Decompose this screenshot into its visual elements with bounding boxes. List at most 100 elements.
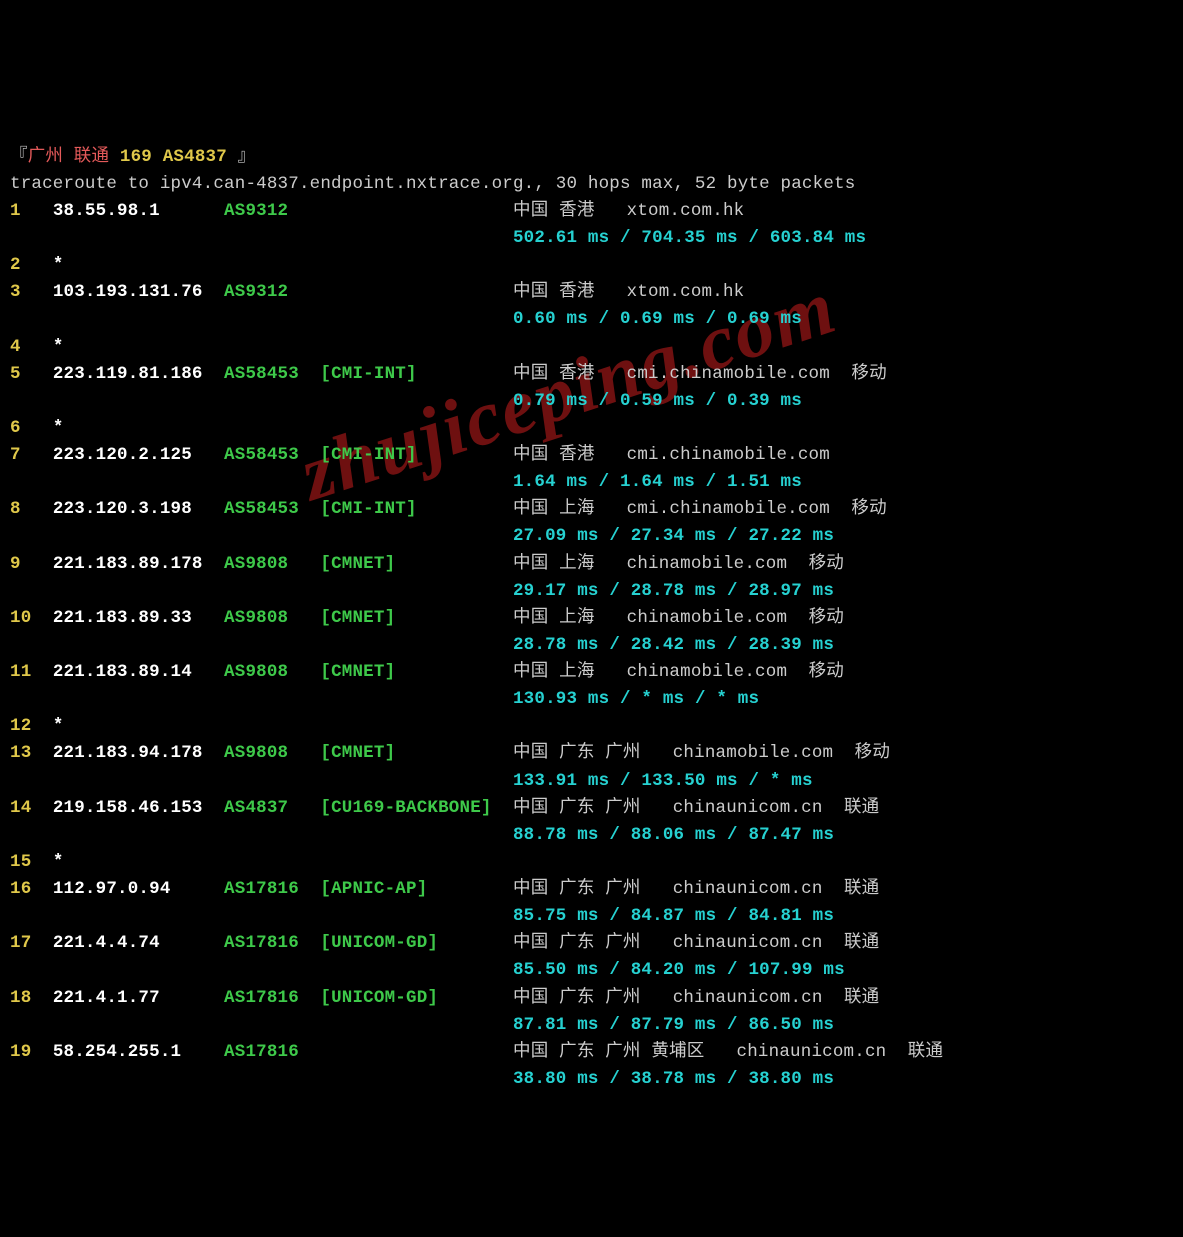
rtt-value: 88.06 ms xyxy=(631,825,717,845)
hop-ip: 103.193.131.76 xyxy=(53,282,224,302)
hop-rtt-row: 38.80 ms / 38.78 ms / 38.80 ms xyxy=(10,1066,1173,1093)
hop-row: 13 221.183.94.178 AS9808 [CMNET] 中国 广东 广… xyxy=(10,740,1173,767)
hop-domain: cmi.chinamobile.com xyxy=(627,499,852,519)
hop-asn: AS4837 xyxy=(224,798,320,818)
rtt-value: 0.60 ms xyxy=(513,309,588,329)
hop-number: 5 xyxy=(10,364,53,384)
hop-row: 8 223.120.3.198 AS58453 [CMI-INT] 中国 上海 … xyxy=(10,496,1173,523)
rtt-indent xyxy=(10,581,513,601)
hop-location: 中国 广东 广州 黄埔区 xyxy=(513,1042,737,1062)
hop-tag: [UNICOM-GD] xyxy=(320,933,513,953)
rtt-space xyxy=(738,825,749,845)
rtt-indent xyxy=(10,689,513,709)
rtt-value: 28.97 ms xyxy=(748,581,834,601)
hop-rtt-row: 85.50 ms / 84.20 ms / 107.99 ms xyxy=(10,957,1173,984)
rtt-value: 0.69 ms xyxy=(620,309,695,329)
hop-ip: 221.183.89.178 xyxy=(53,554,224,574)
hop-domain: chinaunicom.cn xyxy=(673,798,844,818)
hop-isp: 联通 xyxy=(844,933,879,953)
rtt-sep: / xyxy=(620,771,631,791)
rtt-value: 0.39 ms xyxy=(727,391,802,411)
rtt-value: 133.50 ms xyxy=(641,771,737,791)
rtt-space xyxy=(620,526,631,546)
header-asn: 169 AS4837 xyxy=(120,147,238,167)
rtt-space xyxy=(716,309,727,329)
hop-ip: 38.55.98.1 xyxy=(53,201,224,221)
rtt-sep: / xyxy=(599,391,610,411)
hop-number: 3 xyxy=(10,282,53,302)
hop-number: 18 xyxy=(10,988,53,1008)
rtt-space xyxy=(738,228,749,248)
hop-number: 12 xyxy=(10,716,53,736)
hop-asn: AS17816 xyxy=(224,933,320,953)
rtt-value: * ms xyxy=(770,771,813,791)
hop-tag: [CU169-BACKBONE] xyxy=(320,798,513,818)
rtt-space xyxy=(599,526,610,546)
hop-number: 4 xyxy=(10,337,53,357)
rtt-value: 27.22 ms xyxy=(748,526,834,546)
rtt-value: 28.42 ms xyxy=(631,635,717,655)
rtt-space xyxy=(716,581,727,601)
hop-rtt-row: 28.78 ms / 28.42 ms / 28.39 ms xyxy=(10,632,1173,659)
hop-number: 9 xyxy=(10,554,53,574)
hop-row: 1 38.55.98.1 AS9312 中国 香港 xtom.com.hk xyxy=(10,198,1173,225)
rtt-space xyxy=(599,906,610,926)
hop-row: 7 223.120.2.125 AS58453 [CMI-INT] 中国 香港 … xyxy=(10,442,1173,469)
rtt-space xyxy=(588,391,599,411)
rtt-value: 84.81 ms xyxy=(748,906,834,926)
rtt-space xyxy=(599,1069,610,1089)
rtt-space xyxy=(599,581,610,601)
hop-ip: 221.183.89.14 xyxy=(53,662,224,682)
hop-domain: chinaunicom.cn xyxy=(673,933,844,953)
hop-ip: 219.158.46.153 xyxy=(53,798,224,818)
hop-ip: 221.183.94.178 xyxy=(53,743,224,763)
rtt-space xyxy=(738,635,749,655)
rtt-value: 84.87 ms xyxy=(631,906,717,926)
rtt-value: 29.17 ms xyxy=(513,581,599,601)
rtt-space xyxy=(716,825,727,845)
hop-rtt-row: 88.78 ms / 88.06 ms / 87.47 ms xyxy=(10,822,1173,849)
rtt-space xyxy=(620,635,631,655)
hop-tag: [CMI-INT] xyxy=(320,499,513,519)
hop-number: 19 xyxy=(10,1042,53,1062)
rtt-indent xyxy=(10,960,513,980)
hop-number: 11 xyxy=(10,662,53,682)
hop-timeout: * xyxy=(53,337,64,357)
rtt-space xyxy=(738,581,749,601)
rtt-space xyxy=(620,960,631,980)
hop-rtt-row: 85.75 ms / 84.87 ms / 84.81 ms xyxy=(10,903,1173,930)
rtt-sep: / xyxy=(609,1015,620,1035)
hop-tag xyxy=(320,282,513,302)
hop-location: 中国 香港 xyxy=(513,445,627,465)
hop-rtt-row: 130.93 ms / * ms / * ms xyxy=(10,686,1173,713)
rtt-indent xyxy=(10,228,513,248)
rtt-value: 704.35 ms xyxy=(641,228,737,248)
hop-number: 10 xyxy=(10,608,53,628)
rtt-space xyxy=(631,771,642,791)
hop-location: 中国 上海 xyxy=(513,499,627,519)
hop-rtt-row: 1.64 ms / 1.64 ms / 1.51 ms xyxy=(10,469,1173,496)
hop-tag: [CMNET] xyxy=(320,608,513,628)
rtt-sep: / xyxy=(727,526,738,546)
rtt-space xyxy=(609,309,620,329)
hop-ip: 221.4.1.77 xyxy=(53,988,224,1008)
rtt-sep: / xyxy=(727,1069,738,1089)
rtt-space xyxy=(716,391,727,411)
hop-location: 中国 上海 xyxy=(513,554,627,574)
trace-header: 『广州 联通 169 AS4837 』 xyxy=(10,144,1173,171)
rtt-sep: / xyxy=(706,472,717,492)
rtt-space xyxy=(716,906,727,926)
rtt-space xyxy=(631,228,642,248)
hop-domain: xtom.com.hk xyxy=(627,201,766,221)
hop-isp: 联通 xyxy=(844,879,879,899)
rtt-indent xyxy=(10,1069,513,1089)
hop-number: 16 xyxy=(10,879,53,899)
rtt-value: * ms xyxy=(716,689,759,709)
hop-tag: [UNICOM-GD] xyxy=(320,988,513,1008)
rtt-space xyxy=(738,1069,749,1089)
rtt-value: 28.78 ms xyxy=(513,635,599,655)
hop-domain: xtom.com.hk xyxy=(627,282,766,302)
rtt-space xyxy=(716,472,727,492)
rtt-indent xyxy=(10,391,513,411)
rtt-indent xyxy=(10,309,513,329)
